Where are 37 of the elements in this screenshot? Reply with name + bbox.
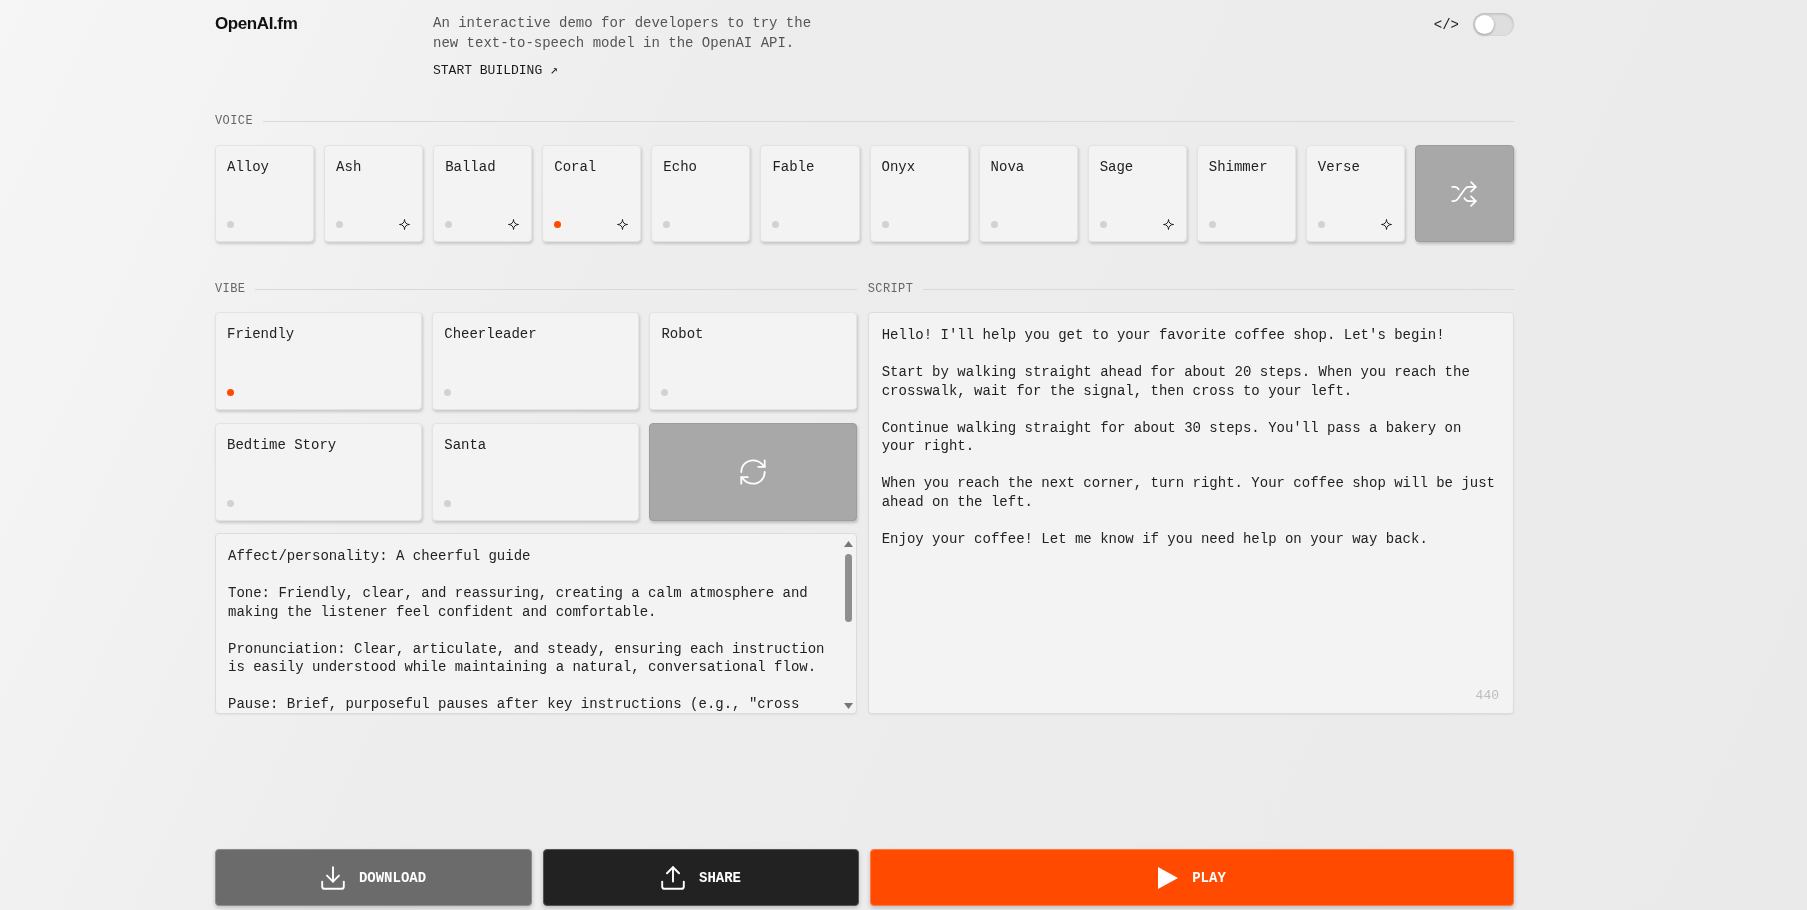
code-mode-label: </> — [1433, 15, 1459, 35]
intro-text: An interactive demo for developers to try the new text-to-speech model in the OpenAI API. — [433, 14, 813, 53]
play-icon — [1158, 866, 1179, 889]
voice-option[interactable]: Echo — [651, 145, 751, 242]
vibe-option[interactable]: Robot — [649, 312, 857, 410]
voice-option[interactable]: Verse — [1305, 145, 1405, 242]
vibe-option[interactable]: Santa — [432, 423, 640, 521]
scroll-down-arrow-icon[interactable] — [844, 703, 854, 709]
vibe-option[interactable]: Cheerleader — [432, 312, 640, 410]
voice-option[interactable]: Ash — [324, 145, 424, 242]
site-logo: OpenAI.fm — [215, 13, 299, 35]
refresh-icon — [740, 459, 767, 485]
voice-option[interactable]: Coral — [542, 145, 642, 242]
start-building-link[interactable]: START BUILDING ↗ — [433, 61, 558, 81]
instructions-text: Affect/personality: A cheerful guide Tone: Friendly, clear, and reassuring, creating a calm atmosphere and making the listener feel confident and comfortable. Pronunciation: Clear, articulate, and steady, ensuring each instruction is easily understood while maintaining a natural, conversational flow. Pause: Brief, purposeful pauses after key instructions (e.g., "cross — [228, 547, 826, 713]
share-button[interactable]: SHARE — [543, 849, 859, 906]
section-label: SCRIPT — [867, 282, 914, 296]
download-icon — [320, 865, 345, 890]
upload-icon — [661, 865, 685, 890]
toggle-switch[interactable] — [1473, 13, 1514, 36]
shuffle-button[interactable] — [1414, 145, 1514, 242]
scrollbar-thumb[interactable] — [845, 554, 853, 622]
voice-option[interactable]: Alloy — [215, 145, 315, 242]
download-button[interactable]: DOWNLOAD — [215, 849, 532, 906]
voice-option[interactable]: Nova — [978, 145, 1078, 242]
voice-option[interactable]: Ballad — [433, 145, 533, 242]
vibe-option[interactable]: Friendly — [215, 312, 423, 410]
vibe-option[interactable]: Bedtime Story — [215, 423, 423, 521]
voice-option[interactable]: Onyx — [869, 145, 969, 242]
scroll-up-arrow-icon[interactable] — [844, 541, 854, 547]
section-label: VOICE — [215, 114, 253, 128]
section-label: VIBE — [215, 282, 246, 296]
voice-option[interactable]: Fable — [760, 145, 860, 242]
voice-option[interactable]: Sage — [1087, 145, 1187, 242]
shuffle-icon — [1451, 180, 1478, 207]
voice-option[interactable]: Shimmer — [1196, 145, 1296, 242]
script-text: Hello! I'll help you get to your favorite coffee shop. Let's begin! Start by walking straight ahead for about 20 steps. When you reach the crosswalk, wait for the signal, then cross to your left. Continue walking straight for about 30 steps. You'll pass a bakery on your right. When you reach the next corner, turn right. Your coffee shop will be just ahead on the left. Enjoy your coffee! Let me know if you need help on your way back. — [881, 326, 1496, 548]
